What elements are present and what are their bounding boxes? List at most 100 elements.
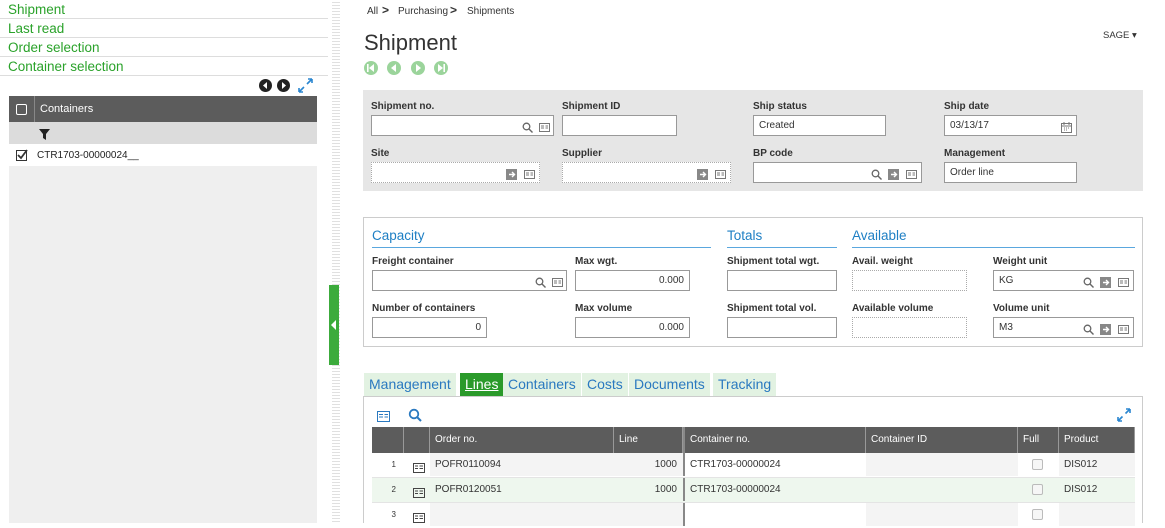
row-detail-icon[interactable]: [413, 485, 425, 503]
management-field[interactable]: Order line: [944, 162, 1077, 183]
detail-card-icon[interactable]: [715, 167, 726, 179]
product-cell[interactable]: DIS012: [1059, 453, 1135, 476]
shipment-total-wgt-label: Shipment total wgt.: [727, 256, 820, 267]
grid-header-order-no[interactable]: Order no.: [430, 427, 614, 453]
search-icon[interactable]: [871, 167, 882, 180]
select-all-checkbox[interactable]: [9, 96, 35, 122]
tunnel-icon[interactable]: [1100, 275, 1111, 288]
search-icon[interactable]: [1083, 275, 1094, 288]
tunnel-icon[interactable]: [1100, 322, 1111, 335]
main-content: All > Purchasing > Shipments Shipment SA…: [340, 0, 1165, 526]
container-no-cell[interactable]: CTR1703-00000024: [683, 478, 866, 501]
detail-card-icon[interactable]: [539, 120, 550, 132]
grid-header-container-id[interactable]: Container ID: [866, 427, 1018, 453]
calendar-icon[interactable]: [1061, 120, 1072, 133]
search-icon[interactable]: [535, 275, 546, 288]
nav-link-last-read[interactable]: Last read: [0, 19, 328, 38]
row-detail-icon[interactable]: [413, 510, 425, 528]
tab-lines[interactable]: Lines: [460, 373, 504, 396]
grid-header-line[interactable]: Line: [614, 427, 683, 453]
shipment-total-vol-label: Shipment total vol.: [727, 303, 817, 314]
search-icon[interactable]: [1083, 322, 1094, 335]
grid-header-container-no[interactable]: Container no.: [683, 427, 866, 453]
full-checkbox[interactable]: [1032, 484, 1043, 495]
checked-checkbox-icon[interactable]: [9, 149, 35, 161]
container-id-cell[interactable]: [866, 478, 1018, 501]
product-cell[interactable]: DIS012: [1059, 478, 1135, 501]
detail-card-icon[interactable]: [377, 409, 390, 427]
expand-icon[interactable]: [1117, 408, 1131, 427]
shipment-total-vol-field[interactable]: [727, 317, 837, 338]
capacity-divider: [372, 247, 711, 248]
breadcrumb-shipments[interactable]: Shipments: [467, 6, 514, 17]
ship-status-field[interactable]: Created: [753, 115, 886, 136]
search-icon[interactable]: [408, 408, 422, 427]
last-record-icon[interactable]: [434, 61, 448, 75]
max-volume-field[interactable]: 0.000: [575, 317, 690, 338]
ship-date-field[interactable]: 03/13/17: [944, 115, 1077, 136]
detail-card-icon[interactable]: [906, 167, 917, 179]
tunnel-icon[interactable]: [506, 167, 517, 180]
tunnel-icon[interactable]: [888, 167, 899, 180]
row-detail-icon[interactable]: [413, 460, 425, 478]
nav-link-order-selection[interactable]: Order selection: [0, 38, 328, 57]
splitter[interactable]: [332, 0, 340, 523]
table-row[interactable]: 2 POFR0120051 1000 CTR1703-00000024 DIS0…: [372, 478, 1135, 503]
shipment-id-field[interactable]: [562, 115, 677, 136]
expand-icon[interactable]: [298, 78, 313, 93]
freight-container-label: Freight container: [372, 256, 454, 267]
search-icon[interactable]: [522, 120, 533, 133]
next-record-icon[interactable]: [411, 61, 425, 75]
first-record-icon[interactable]: [364, 61, 378, 75]
grid-header-product[interactable]: Product: [1059, 427, 1135, 453]
container-id-cell[interactable]: [866, 453, 1018, 476]
volume-unit-field[interactable]: M3: [993, 317, 1134, 338]
tab-management[interactable]: Management: [364, 373, 456, 396]
detail-card-icon[interactable]: [1118, 275, 1129, 287]
full-checkbox[interactable]: [1032, 459, 1043, 470]
avail-weight-label: Avail. weight: [852, 256, 913, 267]
avail-weight-field[interactable]: [852, 270, 967, 291]
container-list-item[interactable]: CTR1703-00000024__: [9, 144, 317, 166]
weight-unit-label: Weight unit: [993, 256, 1048, 267]
prev-arrow-icon[interactable]: [259, 79, 272, 92]
table-row[interactable]: 3: [372, 503, 1135, 526]
weight-unit-field[interactable]: KG: [993, 270, 1134, 291]
detail-card-icon[interactable]: [552, 275, 563, 287]
line-cell[interactable]: 1000: [614, 453, 683, 476]
shipment-no-label: Shipment no.: [371, 101, 435, 112]
next-arrow-icon[interactable]: [277, 79, 290, 92]
detail-card-icon[interactable]: [524, 167, 535, 179]
tunnel-icon[interactable]: [697, 167, 708, 180]
order-no-cell[interactable]: POFR0120051: [430, 478, 614, 501]
shipment-id-label: Shipment ID: [562, 101, 621, 112]
order-no-cell[interactable]: POFR0110094: [430, 453, 614, 476]
available-volume-field[interactable]: [852, 317, 967, 338]
tab-tracking[interactable]: Tracking: [713, 373, 777, 396]
detail-card-icon[interactable]: [1118, 322, 1129, 334]
tab-documents[interactable]: Documents: [629, 373, 710, 396]
containers-header-label: Containers: [40, 103, 94, 115]
nav-link-shipment[interactable]: Shipment: [0, 0, 328, 19]
full-checkbox[interactable]: [1032, 509, 1043, 520]
grid-header-full[interactable]: Full: [1018, 427, 1059, 453]
available-title: Available: [852, 228, 907, 243]
number-of-containers-field[interactable]: 0: [372, 317, 487, 338]
user-menu[interactable]: SAGE ▾: [1103, 30, 1137, 41]
breadcrumb-all[interactable]: All: [367, 6, 378, 17]
tab-costs[interactable]: Costs: [582, 373, 628, 396]
table-row[interactable]: 1 POFR0110094 1000 CTR1703-00000024 DIS0…: [372, 453, 1135, 478]
max-wgt-label: Max wgt.: [575, 256, 618, 267]
filter-icon[interactable]: [39, 127, 50, 145]
breadcrumb-separator-icon: >: [450, 3, 458, 17]
totals-title: Totals: [727, 228, 763, 243]
container-no-cell[interactable]: CTR1703-00000024: [683, 453, 866, 476]
line-cell[interactable]: 1000: [614, 478, 683, 501]
nav-link-container-selection[interactable]: Container selection: [0, 57, 328, 76]
breadcrumb-purchasing[interactable]: Purchasing: [398, 6, 448, 17]
tab-containers[interactable]: Containers: [503, 373, 581, 396]
shipment-total-wgt-field[interactable]: [727, 270, 837, 291]
collapse-handle[interactable]: [329, 285, 339, 365]
max-wgt-field[interactable]: 0.000: [575, 270, 690, 291]
previous-record-icon[interactable]: [387, 61, 401, 75]
